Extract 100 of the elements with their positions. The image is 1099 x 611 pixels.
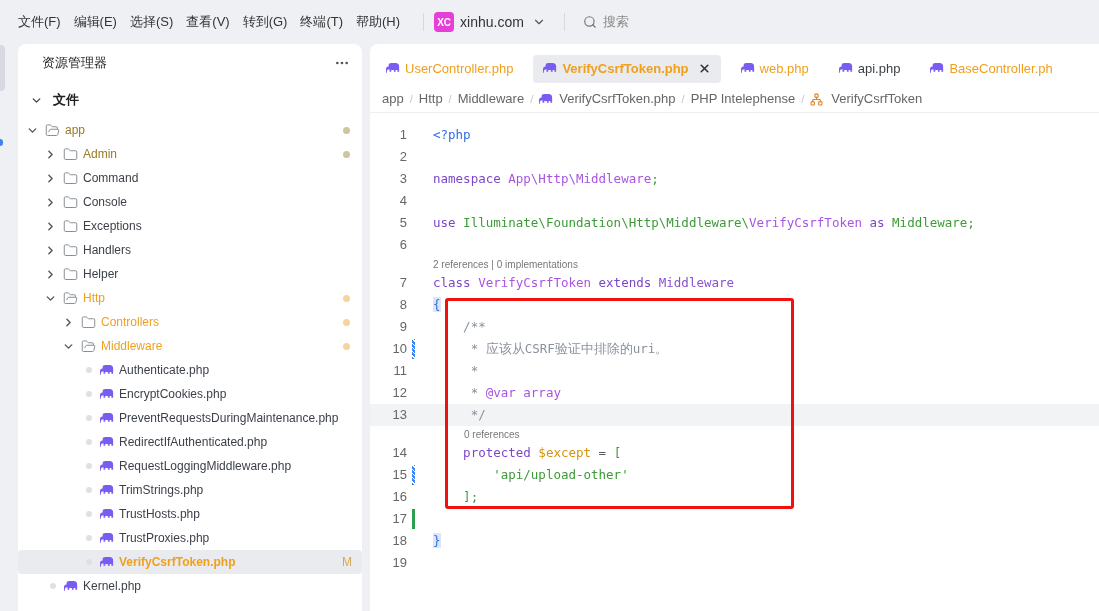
tree-item[interactable]: PreventRequestsDuringMaintenance.php [18, 406, 362, 430]
elephant-icon [838, 63, 853, 74]
file-name: VerifyCsrfToken.php [119, 554, 236, 571]
file-name: RedirectIfAuthenticated.php [119, 434, 268, 451]
elephant-icon [930, 63, 945, 74]
elephant-icon [64, 580, 78, 592]
file-name: TrimStrings.php [119, 482, 204, 499]
tree-item[interactable]: RedirectIfAuthenticated.php [18, 430, 362, 454]
elephant-icon [100, 388, 114, 400]
tree-item[interactable]: RequestLoggingMiddleware.php [18, 454, 362, 478]
file-name: Handlers [83, 242, 132, 259]
breadcrumb-item[interactable]: Middleware [457, 89, 525, 109]
breadcrumb-item[interactable]: app [382, 89, 404, 109]
menu-item[interactable]: 转到(G) [242, 12, 288, 32]
panel-title: 资源管理器 [42, 54, 107, 73]
menu-item[interactable]: 帮助(H) [356, 12, 401, 32]
elephant-icon [100, 532, 114, 544]
file-name: RequestLoggingMiddleware.php [119, 458, 292, 475]
breadcrumb-separator: / [801, 91, 805, 107]
elephant-icon [100, 436, 114, 448]
menu-item[interactable]: 文件(F) [18, 12, 61, 32]
file-name: Admin [83, 146, 117, 163]
code-line: * [469, 361, 479, 380]
tree-item[interactable]: Handlers [18, 238, 362, 262]
code-line: <?php [433, 125, 471, 144]
menu-item[interactable]: 选择(S) [129, 12, 174, 32]
folder-icon [63, 146, 78, 162]
file-name: TrustProxies.php [119, 530, 210, 547]
breadcrumb-separator: / [530, 91, 534, 107]
menu-item[interactable]: 查看(V) [186, 12, 230, 32]
file-name: EncryptCookies.php [119, 386, 227, 403]
folder-icon [63, 242, 78, 258]
breadcrumb-item[interactable]: PHP Intelephense [690, 89, 796, 109]
file-name: app [65, 122, 86, 139]
breadcrumb-separator: / [409, 91, 413, 107]
section-header[interactable]: 文件 [22, 87, 358, 113]
tree-item[interactable]: app [18, 118, 362, 142]
line-number: 16 [391, 488, 407, 507]
tree-item[interactable]: Admin [18, 142, 362, 166]
line-number: 1 [398, 126, 407, 145]
file-name: Command [83, 170, 139, 187]
line-number: 18 [391, 532, 407, 551]
folder-icon [63, 170, 78, 186]
tree-item[interactable]: Command [18, 166, 362, 190]
menu-item[interactable]: 终端(T) [300, 12, 344, 32]
code-line: use Illuminate\Foundation\Http\Middleware\VerifyCsrfToken as Middleware; [433, 213, 975, 232]
tree-item[interactable]: TrustHosts.php [18, 502, 362, 526]
line-number: 15 [391, 466, 407, 485]
bullet-icon [86, 535, 92, 541]
breadcrumb-item[interactable]: VerifyCsrfToken.php [559, 89, 676, 109]
class-icon [810, 92, 824, 106]
workspace-logo: XC [434, 12, 455, 32]
line-number: 13 [391, 406, 407, 425]
elephant-icon [100, 412, 114, 424]
code-line: */ [469, 405, 486, 424]
tree-item[interactable]: TrustProxies.php [18, 526, 362, 550]
bullet-icon [86, 511, 92, 517]
elephant-icon [386, 63, 400, 74]
bullet-icon [86, 463, 92, 469]
elephant-icon [100, 484, 114, 496]
folder-icon [81, 338, 96, 354]
tree-item[interactable]: Kernel.php [18, 574, 362, 598]
code-line: /** [462, 317, 486, 336]
breadcrumb-item[interactable]: Http [418, 89, 443, 109]
file-name: Exceptions [83, 218, 142, 235]
tree-item[interactable]: TrimStrings.php [18, 478, 362, 502]
elephant-icon [100, 508, 114, 520]
code-line: 'api/upload-other' [492, 465, 629, 484]
line-number: 6 [398, 236, 407, 255]
tree-item[interactable]: Authenticate.php [18, 358, 362, 382]
bullet-icon [86, 367, 92, 373]
code-line: * 应该从CSRF验证中排除的uri。 [469, 339, 669, 358]
elephant-icon [740, 63, 755, 74]
breadcrumb-separator: / [681, 91, 685, 107]
file-name: Kernel.php [83, 578, 142, 595]
folder-icon [81, 314, 96, 330]
git-status: M [342, 554, 352, 571]
line-number: 19 [391, 554, 407, 573]
elephant-icon [539, 93, 554, 105]
file-name: Controllers [101, 314, 160, 331]
breadcrumb-item[interactable]: VerifyCsrfToken [831, 89, 923, 109]
code-lens[interactable]: 2 references | 0 implementations [433, 256, 578, 272]
tree-item[interactable]: EncryptCookies.php [18, 382, 362, 406]
menu-item[interactable]: 编辑(E) [73, 12, 117, 32]
folder-icon [63, 218, 78, 234]
code-line: namespace App\Http\Middleware; [433, 169, 659, 188]
file-name: PreventRequestsDuringMaintenance.php [119, 410, 339, 427]
code-lens[interactable]: 0 references [433, 426, 520, 442]
folder-icon [63, 194, 78, 210]
tree-item[interactable]: Exceptions [18, 214, 362, 238]
tree-item[interactable]: Console [18, 190, 362, 214]
tree-item[interactable]: Helper [18, 262, 362, 286]
bullet-icon [86, 487, 92, 493]
workspace-name[interactable]: xinhu.com [460, 11, 524, 33]
close-icon[interactable] [697, 62, 711, 75]
editor-tab[interactable]: api.php [828, 54, 911, 83]
elephant-icon [100, 364, 114, 376]
code-line: class VerifyCsrfToken extends Middleware [433, 273, 735, 292]
search-field[interactable]: 搜索 [602, 12, 663, 32]
code-line: protected $except = [ [462, 443, 622, 462]
